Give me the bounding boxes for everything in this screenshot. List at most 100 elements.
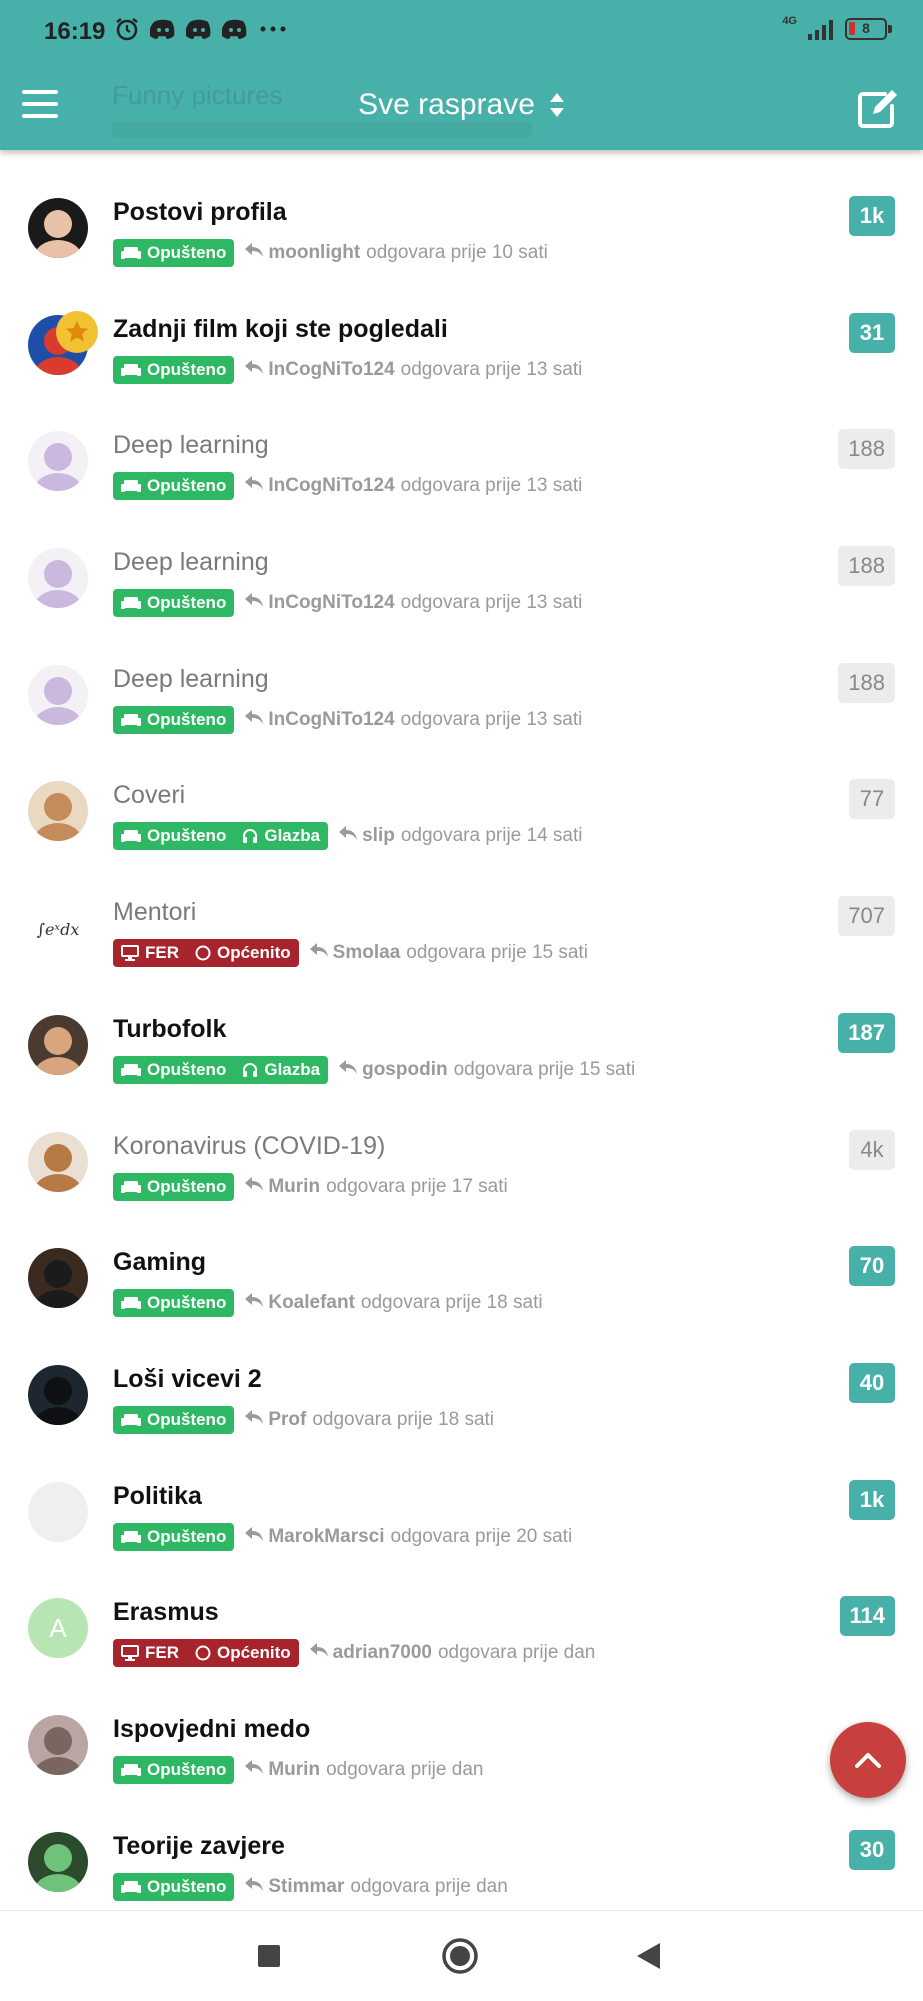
tag-badge[interactable]: Glazba <box>234 822 329 851</box>
tag-group[interactable]: Opušteno <box>113 1755 235 1784</box>
compose-button[interactable] <box>855 86 901 132</box>
reply-username[interactable]: InCogNiTo124 <box>268 709 394 731</box>
reply-username[interactable]: MarokMarsci <box>268 1526 384 1548</box>
thread-title[interactable]: Deep learning <box>113 665 269 694</box>
thread-row[interactable]: Turbofolk Opušteno Glazba gospodin odgovara … <box>0 967 923 1084</box>
thread-row[interactable]: Deep learning Opušteno InCogNiTo124 odgovar… <box>0 383 923 501</box>
reply-username[interactable]: Murin <box>268 1176 320 1198</box>
reply-username[interactable]: Prof <box>268 1409 306 1431</box>
tag-group[interactable]: Opušteno <box>113 239 235 267</box>
thread-row[interactable]: Zadnji film koji ste pogledali Opušteno In… <box>0 267 923 384</box>
reply-username[interactable]: gospodin <box>362 1059 447 1081</box>
avatar[interactable] <box>28 1248 88 1309</box>
tag-group[interactable]: Opušteno Glazba <box>113 1055 329 1084</box>
reply-username[interactable]: slip <box>362 825 395 847</box>
back-button[interactable] <box>634 1941 662 1976</box>
thread-row[interactable]: Politika Opušteno MarokMarsci odgovara prij… <box>0 1434 923 1551</box>
thread-title[interactable]: Postovi profila <box>113 198 287 227</box>
tag-badge[interactable]: Opušteno <box>113 1172 235 1201</box>
reply-username[interactable]: Murin <box>268 1759 320 1781</box>
reply-username[interactable]: Stimmar <box>268 1876 344 1898</box>
thread-row[interactable]: Deep learning Opušteno InCogNiTo124 odgovar… <box>0 617 923 734</box>
tag-badge[interactable]: FER <box>113 1639 187 1668</box>
tag-group[interactable]: FER Općenito <box>113 1639 299 1668</box>
thread-title[interactable]: Koronavirus (COVID-19) <box>113 1132 385 1161</box>
reply-username[interactable]: moonlight <box>268 242 360 264</box>
tag-group[interactable]: Opušteno <box>113 472 235 501</box>
tag-badge[interactable]: Opušteno <box>113 1289 235 1318</box>
thread-title[interactable]: Politika <box>113 1482 202 1511</box>
tag-badge[interactable]: Opušteno <box>113 472 235 501</box>
avatar[interactable] <box>28 431 88 492</box>
tag-badge[interactable]: Općenito <box>187 1639 299 1668</box>
thread-row[interactable]: Ispovjedni medo Opušteno Murin odgovara pri… <box>0 1667 923 1784</box>
reply-username[interactable]: InCogNiTo124 <box>268 475 394 497</box>
thread-title[interactable]: Turbofolk <box>113 1015 226 1044</box>
tag-group[interactable]: Opušteno <box>113 589 235 618</box>
avatar[interactable] <box>28 1131 88 1192</box>
avatar[interactable] <box>28 548 88 609</box>
tag-group[interactable]: Opušteno <box>113 1405 235 1434</box>
tag-group[interactable]: Opušteno <box>113 355 235 384</box>
thread-row[interactable]: ∫eˣdx Mentori FER Općenito Smolaa odgovara pr… <box>0 850 923 968</box>
tag-group[interactable]: Opušteno <box>113 1522 235 1551</box>
reply-username[interactable]: Koalefant <box>268 1292 355 1314</box>
thread-row[interactable]: Coveri Opušteno Glazba slip odgovara prije 1… <box>0 733 923 851</box>
tag-group[interactable]: Opušteno <box>113 705 235 734</box>
tag-badge[interactable]: Opušteno <box>113 1872 235 1901</box>
thread-title[interactable]: Zadnji film koji ste pogledali <box>113 315 448 344</box>
thread-title[interactable]: Deep learning <box>113 548 269 577</box>
thread-title[interactable]: Mentori <box>113 898 196 927</box>
tag-badge[interactable]: Opušteno <box>113 822 235 851</box>
thread-title[interactable]: Coveri <box>113 781 185 810</box>
thread-title[interactable]: Deep learning <box>113 431 269 460</box>
thread-title[interactable]: Erasmus <box>113 1598 219 1627</box>
avatar[interactable] <box>28 1014 88 1075</box>
tag-badge[interactable]: Opušteno <box>113 589 235 618</box>
tag-badge[interactable]: FER <box>113 939 187 968</box>
tag-badge[interactable]: Opušteno <box>113 1055 235 1084</box>
thread-row[interactable]: Teorije zavjere Opušteno Stimmar odgovara p… <box>0 1784 923 1901</box>
thread-title[interactable]: Gaming <box>113 1248 206 1277</box>
filter-dropdown[interactable]: Sve rasprave <box>358 88 565 122</box>
tag-badge[interactable]: Opušteno <box>113 355 235 384</box>
reply-username[interactable]: adrian7000 <box>333 1642 432 1664</box>
tag-badge[interactable]: Opušteno <box>113 239 235 267</box>
scroll-top-button[interactable] <box>830 1722 906 1798</box>
avatar[interactable] <box>28 664 88 725</box>
tag-group[interactable]: Opušteno <box>113 1289 235 1318</box>
thread-title[interactable]: Ispovjedni medo <box>113 1715 310 1744</box>
thread-row[interactable]: Koronavirus (COVID-19) Opušteno Murin odgov… <box>0 1084 923 1201</box>
tag-group[interactable]: Opušteno Glazba <box>113 822 329 851</box>
avatar[interactable]: ∫eˣdx <box>28 898 88 959</box>
tag-group[interactable]: FER Općenito <box>113 939 299 968</box>
reply-username[interactable]: InCogNiTo124 <box>268 592 394 614</box>
thread-title[interactable]: Teorije zavjere <box>113 1832 285 1861</box>
tag-badge[interactable]: Opušteno <box>113 1522 235 1551</box>
home-button[interactable] <box>441 1937 479 1980</box>
tag-group[interactable]: Opušteno <box>113 1172 235 1201</box>
tag-badge[interactable]: Općenito <box>187 939 299 968</box>
avatar[interactable] <box>28 1364 88 1425</box>
thread-row[interactable]: Postovi profila Opušteno moonlight odgovara… <box>0 150 923 267</box>
avatar[interactable] <box>28 781 88 842</box>
avatar[interactable] <box>28 1831 88 1892</box>
thread-row[interactable]: Loši vicevi 2 Opušteno Prof odgovara prije … <box>0 1317 923 1434</box>
thread-row[interactable]: Deep learning Opušteno InCogNiTo124 odgovar… <box>0 500 923 618</box>
thread-row[interactable]: A Erasmus FER Općenito adrian7000 odgovara pr… <box>0 1550 923 1668</box>
thread-title[interactable]: Loši vicevi 2 <box>113 1365 262 1394</box>
thread-row[interactable]: Gaming Opušteno Koalefant odgovara prije 18… <box>0 1200 923 1318</box>
tag-badge[interactable]: Opušteno <box>113 1405 235 1434</box>
reply-username[interactable]: InCogNiTo124 <box>268 359 394 381</box>
couch-icon <box>121 1530 141 1543</box>
avatar[interactable] <box>28 1481 88 1542</box>
avatar[interactable]: A <box>28 1598 88 1659</box>
tag-badge[interactable]: Opušteno <box>113 1755 235 1784</box>
avatar[interactable] <box>28 1714 88 1775</box>
tag-badge[interactable]: Glazba <box>234 1055 329 1084</box>
recent-apps-button[interactable] <box>256 1943 282 1974</box>
tag-badge[interactable]: Opušteno <box>113 705 235 734</box>
reply-username[interactable]: Smolaa <box>333 942 401 964</box>
avatar[interactable] <box>28 198 88 258</box>
tag-group[interactable]: Opušteno <box>113 1872 235 1901</box>
